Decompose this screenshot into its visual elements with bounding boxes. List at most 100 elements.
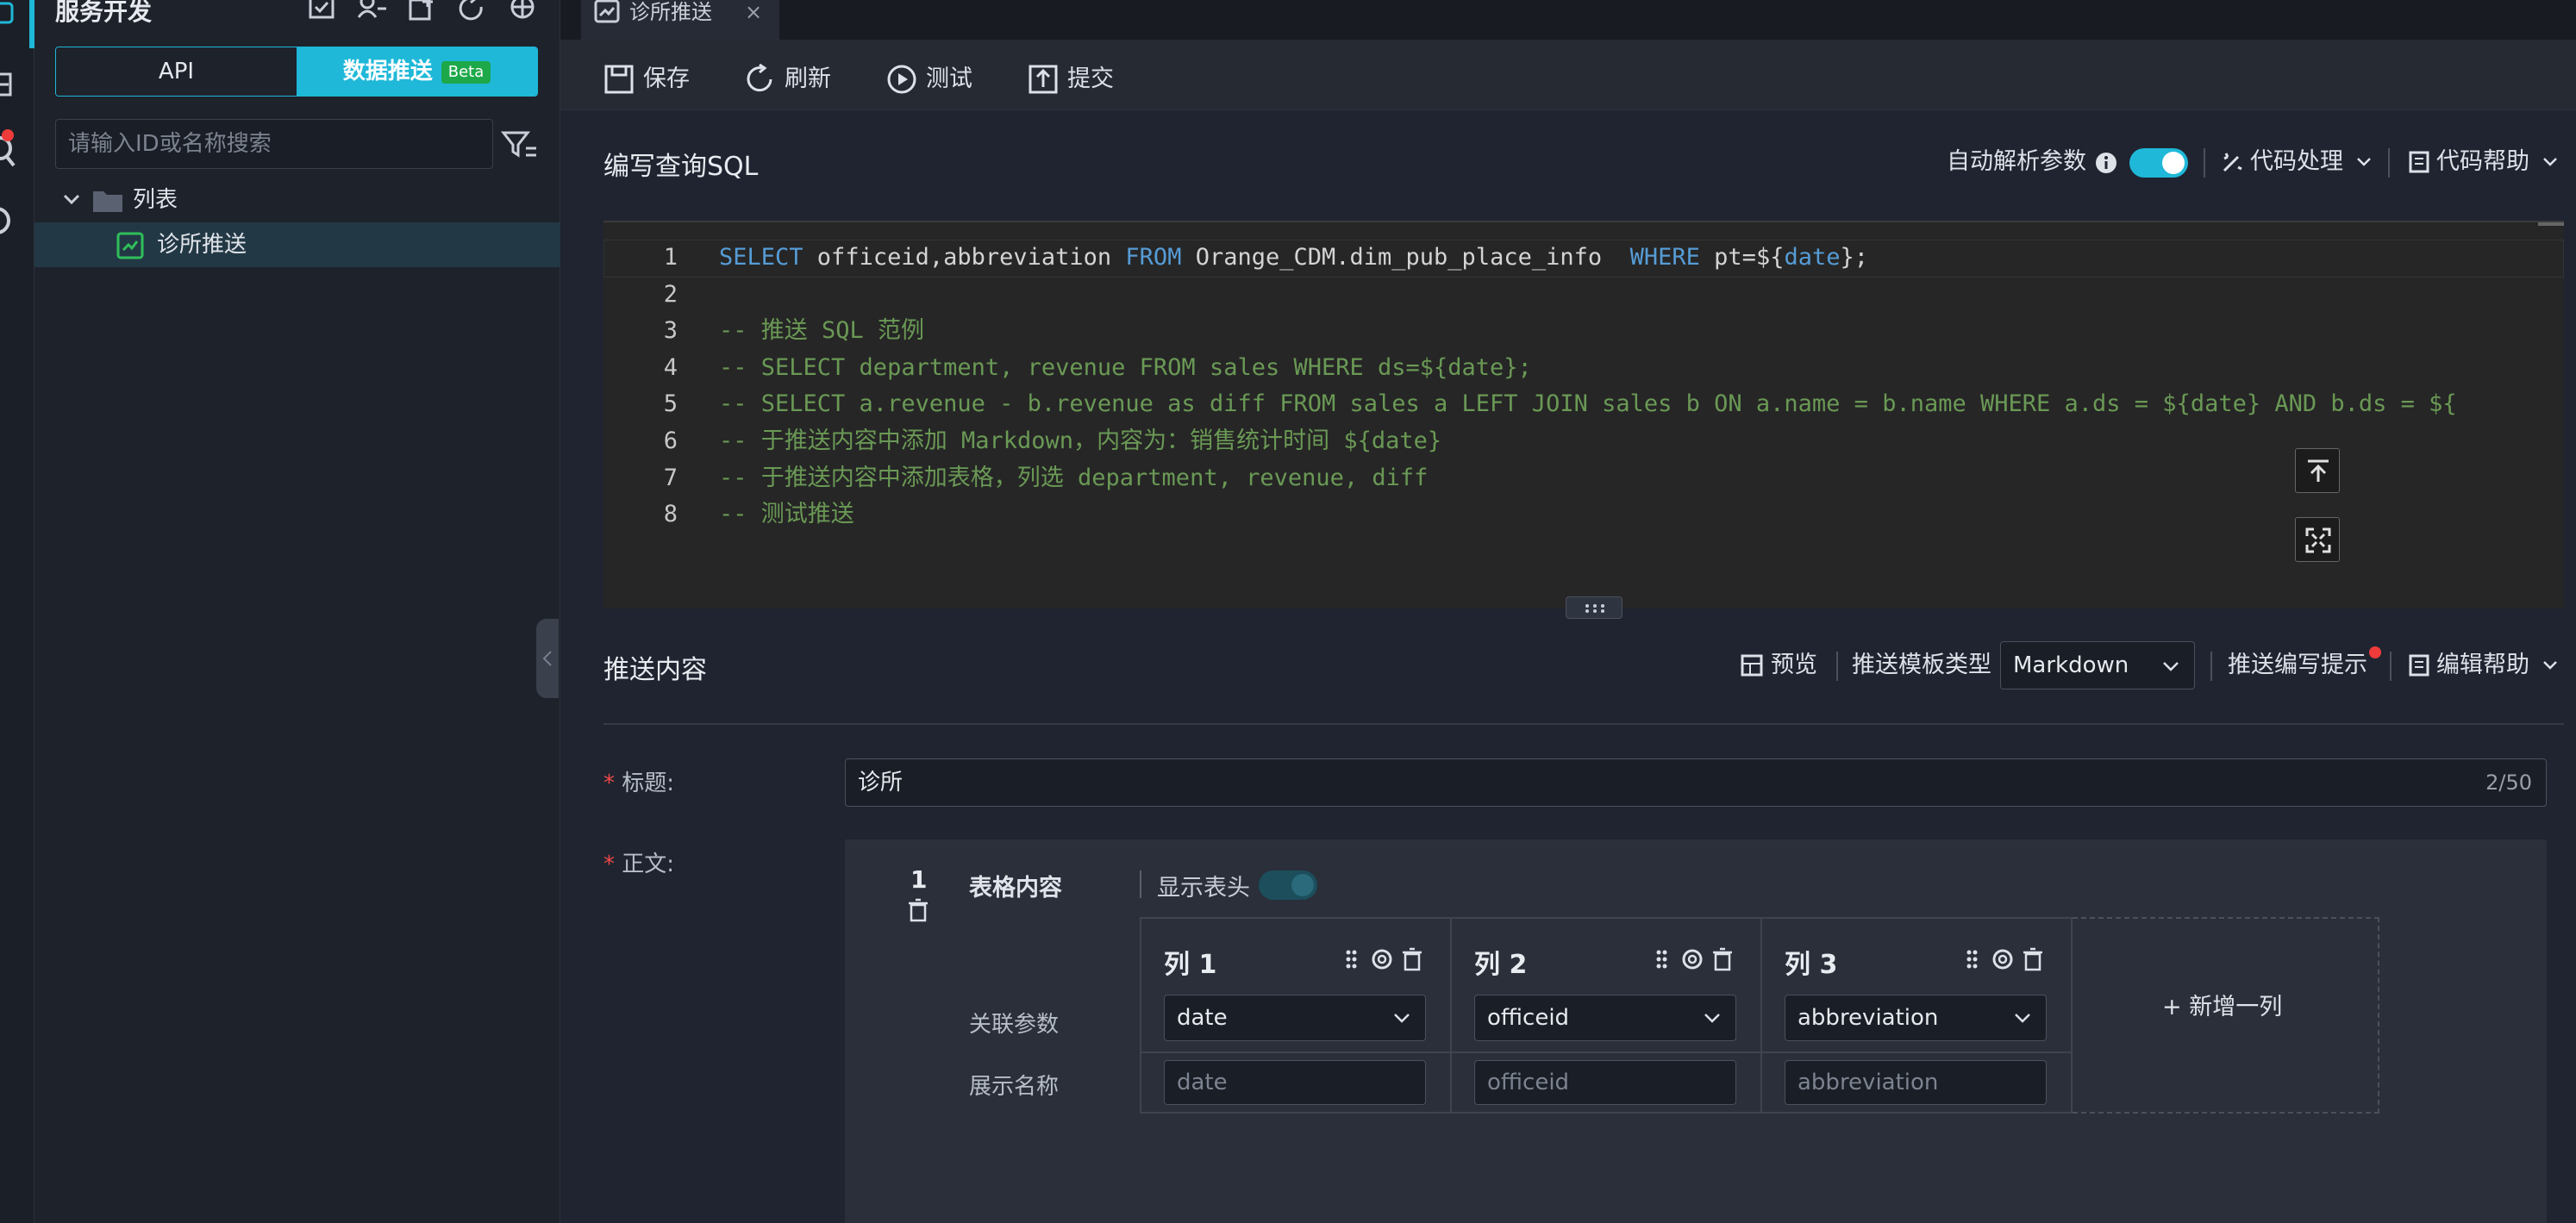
add-column-button[interactable]: + 新增一列 [2162, 988, 2282, 1021]
tab-label: 诊所推送 [629, 0, 712, 24]
service-icon[interactable] [0, 0, 26, 26]
refresh-label: 刷新 [785, 66, 831, 92]
refresh-icon[interactable] [457, 0, 488, 24]
type-segment: API 数据推送 Beta [55, 47, 538, 97]
line-number: 4 [663, 353, 678, 381]
code-keyword: date [1784, 244, 1841, 271]
code-keyword: FROM [1125, 244, 1182, 271]
column-display-input[interactable] [1164, 1060, 1426, 1105]
chevron-down-icon[interactable] [62, 191, 81, 209]
code-comment: -- SELECT a.revenue - b.revenue as diff … [719, 390, 2457, 418]
grid-line [1450, 917, 1452, 1114]
panel-collapse-handle[interactable] [536, 619, 559, 698]
line-number: 1 [663, 244, 678, 271]
segment-data-push-label: 数据推送 [342, 59, 433, 84]
row-display-label: 展示名称 [969, 1074, 1060, 1100]
chevron-down-icon [2357, 158, 2371, 166]
grid-line [1140, 1112, 2073, 1114]
scroll-indicator[interactable] [2538, 222, 2564, 226]
column-actions-icons[interactable] [1964, 945, 2047, 973]
column-display-input[interactable] [1474, 1060, 1736, 1105]
column-param-select[interactable]: date [1164, 995, 1426, 1041]
delete-block-icon[interactable] [907, 898, 929, 922]
section-divider [603, 723, 2564, 725]
code-comment: -- 于推送内容中添加 Markdown，内容为：销售统计时间 ${date} [719, 427, 1442, 454]
new-task-icon[interactable] [307, 0, 336, 24]
column-actions-icons[interactable] [1654, 945, 1736, 973]
code-text: -- 于推送内容中添加 Markdown，内容为：销售统计时间 ${date} [719, 423, 1441, 459]
column-param-value: abbreviation [1798, 1005, 1939, 1031]
write-tips-button[interactable]: 推送编写提示 [2228, 648, 2367, 683]
column-title: 列 3 [1785, 950, 1838, 980]
folder-icon [93, 191, 122, 212]
info-icon[interactable] [2095, 152, 2117, 174]
segment-data-push[interactable]: 数据推送 Beta [297, 47, 537, 96]
user-list-icon[interactable] [357, 0, 388, 24]
block-index: 1 [910, 865, 928, 894]
code-line: 8 -- 测试推送 [603, 496, 2564, 533]
magic-wand-icon [2223, 153, 2242, 172]
title-input[interactable]: 诊所 2/50 [845, 758, 2547, 807]
push-section-title: 推送内容 [603, 655, 707, 685]
code-text: -- 于推送内容中添加表格，列选 department, revenue, di… [719, 460, 1428, 496]
code-token: Orange_CDM.dim_pub_place_info [1181, 244, 1630, 271]
add-folder-icon[interactable] [407, 0, 438, 24]
grid-line [1140, 917, 1141, 1114]
required-mark: * [603, 852, 622, 877]
code-token: ${ [1755, 244, 1785, 271]
notification-dot [2, 129, 14, 141]
locate-icon[interactable] [507, 0, 538, 24]
filter-icon[interactable] [500, 126, 538, 164]
line-number: 7 [663, 464, 678, 491]
tab-close-icon[interactable]: × [745, 0, 762, 29]
column-display-input[interactable] [1785, 1060, 2047, 1105]
column-param-select[interactable]: abbreviation [1785, 995, 2047, 1041]
segment-api[interactable]: API [56, 47, 297, 96]
code-comment: -- 于推送内容中添加表格，列选 department, revenue, di… [719, 464, 1429, 491]
sql-code-editor[interactable]: 1 SELECT officeid,abbreviation FROM Orang… [603, 221, 2564, 608]
catalog-icon[interactable] [0, 69, 26, 100]
resize-handle[interactable] [1566, 596, 1623, 619]
code-text: -- 测试推送 [719, 496, 854, 533]
code-keyword: WHERE [1629, 244, 1700, 271]
code-text: SELECT officeid,abbreviation FROM Orange… [719, 240, 1868, 276]
code-keyword: SELECT [719, 244, 803, 271]
code-comment: -- SELECT department, revenue FROM sales… [719, 353, 1532, 381]
code-process-label: 代码处理 [2250, 148, 2343, 175]
drag-dots-icon [1585, 604, 1604, 613]
help-doc-icon [2409, 151, 2429, 173]
code-line: 3 -- 推送 SQL 范例 [603, 313, 2564, 349]
title-label-text: 标题: [622, 771, 675, 796]
preview-label: 预览 [1771, 652, 1817, 678]
title-value: 诊所 [858, 770, 903, 796]
fullscreen-button[interactable] [2295, 517, 2340, 562]
line-number: 3 [663, 317, 678, 345]
tab-clinic-push[interactable]: 诊所推送 × [581, 0, 779, 40]
template-type-select[interactable]: Markdown [2000, 641, 2195, 689]
back-to-top-button[interactable] [2295, 448, 2340, 493]
panel-title: 服务开发 [55, 0, 153, 26]
auto-parse-toggle[interactable] [2129, 148, 2188, 178]
required-mark: * [603, 771, 622, 796]
title-field-label: * 标题: [603, 765, 674, 797]
tree-folder-row[interactable]: 列表 [34, 178, 560, 222]
chevron-down-icon [2015, 1014, 2030, 1023]
code-comment: -- 推送 SQL 范例 [719, 317, 925, 345]
code-text: -- SELECT department, revenue FROM sales… [719, 350, 1532, 386]
separator [1836, 652, 1838, 681]
search-input[interactable] [55, 119, 493, 169]
code-token: }; [1840, 244, 1868, 271]
code-text: -- 推送 SQL 范例 [719, 313, 924, 349]
refresh-sync-icon[interactable] [0, 200, 26, 240]
add-column-area[interactable]: + 新增一列 [2073, 917, 2379, 1114]
code-help-label: 代码帮助 [2436, 148, 2529, 175]
template-type-label: 推送模板类型 [1852, 652, 1991, 678]
chevron-down-icon [2163, 662, 2179, 671]
code-line: 2 [603, 277, 2564, 313]
code-line: 5 -- SELECT a.revenue - b.revenue as diff… [603, 386, 2564, 422]
column-param-select[interactable]: officeid [1474, 995, 1736, 1041]
column-actions-icons[interactable] [1343, 945, 1426, 973]
tree-item-row[interactable]: 诊所推送 [34, 222, 560, 267]
line-number: 5 [663, 390, 678, 418]
show-header-toggle[interactable] [1259, 870, 1317, 900]
